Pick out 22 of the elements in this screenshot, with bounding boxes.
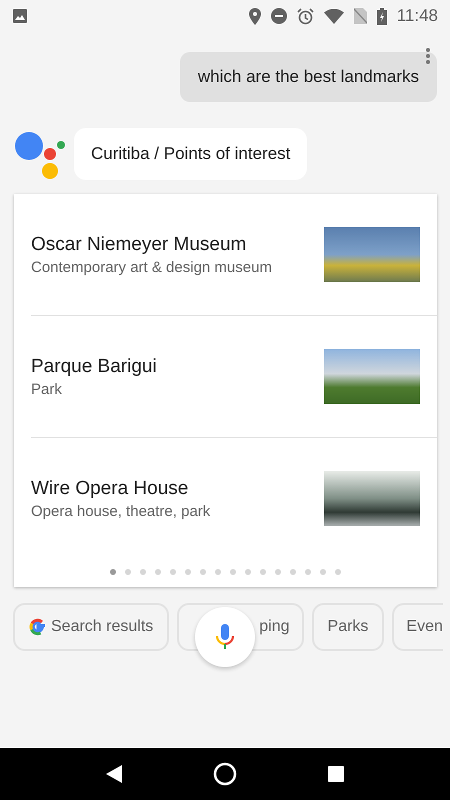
clock-time: 11:48 xyxy=(396,6,438,26)
battery-charging-icon xyxy=(376,8,387,24)
place-description: Park xyxy=(31,380,63,398)
google-icon xyxy=(29,618,47,636)
reply-bubble: Curitiba / Points of interest xyxy=(74,128,308,180)
place-name[interactable]: Wire Opera House xyxy=(31,478,324,500)
suggestion-chip[interactable]: Search results xyxy=(13,603,170,651)
location-icon xyxy=(248,8,261,24)
more-options-icon[interactable] xyxy=(426,48,430,64)
place-name[interactable]: Oscar Niemeyer Museum xyxy=(31,234,324,256)
place-description: Contemporary art & design museum xyxy=(31,258,273,276)
do-not-disturb-icon xyxy=(270,8,287,24)
wifi-icon xyxy=(324,8,344,24)
no-sim-icon xyxy=(354,8,367,24)
suggestion-chip[interactable]: Even xyxy=(392,603,443,651)
place-name[interactable]: Parque Barigui xyxy=(31,356,324,378)
suggestion-chip[interactable]: Parks xyxy=(312,603,384,651)
image-icon xyxy=(13,9,27,23)
microphone-icon xyxy=(216,624,234,650)
alarm-icon xyxy=(296,8,314,24)
place-description: Opera house, theatre, park xyxy=(31,502,212,520)
query-bubble: which are the best landmarks xyxy=(180,52,437,102)
